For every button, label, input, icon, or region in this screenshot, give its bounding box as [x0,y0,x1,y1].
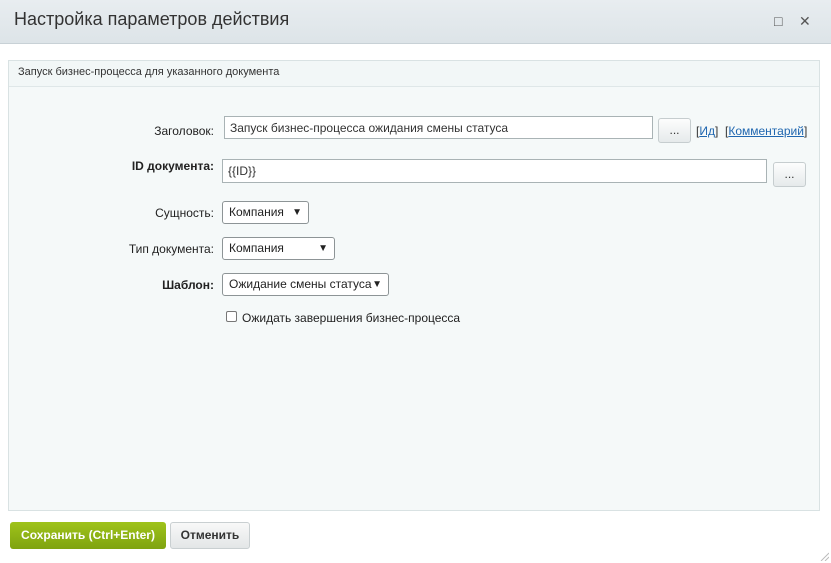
template-select-value: Ожидание смены статуса [229,277,372,291]
doctype-select[interactable]: Компания ▼ [222,237,335,260]
title-label: Заголовок: [154,124,214,138]
doctype-label: Тип документа: [128,242,214,256]
id-link-wrap: [Ид] [696,124,719,138]
template-select[interactable]: Ожидание смены статуса ▼ [222,273,389,296]
panel-title: Запуск бизнес-процесса для указанного до… [18,66,280,78]
doc-id-label: ID документа: [131,159,214,173]
wait-checkbox-label: Ожидать завершения бизнес-процесса [242,311,461,325]
cancel-button[interactable]: Отменить [170,522,250,549]
wait-checkbox[interactable] [226,311,237,322]
panel-header: Запуск бизнес-процесса для указанного до… [9,61,819,87]
close-icon[interactable]: ✕ [799,13,811,29]
dialog-titlebar: Настройка параметров действия □ ✕ [0,0,831,44]
id-link[interactable]: Ид [699,124,715,138]
maximize-icon[interactable]: □ [774,13,782,29]
doc-id-insert-button[interactable]: ... [773,162,806,187]
entity-label: Сущность: [155,206,214,220]
chevron-down-icon: ▼ [318,243,328,254]
entity-select-value: Компания [229,205,284,219]
chevron-down-icon: ▼ [372,279,382,290]
comment-link-wrap: [Комментарий] [725,124,808,138]
dialog-title: Настройка параметров действия [14,9,290,29]
template-label: Шаблон: [162,278,214,292]
title-field[interactable]: Запуск бизнес-процесса ожидания смены ст… [224,116,653,139]
entity-select[interactable]: Компания ▼ [222,201,309,224]
chevron-down-icon: ▼ [292,207,302,218]
doctype-select-value: Компания [229,241,284,255]
resize-grip-icon[interactable] [819,551,829,561]
doc-id-field[interactable]: {{ID}} [222,159,767,183]
title-insert-button[interactable]: ... [658,118,691,143]
comment-link[interactable]: Комментарий [728,124,804,138]
save-button[interactable]: Сохранить (Ctrl+Enter) [10,522,166,549]
